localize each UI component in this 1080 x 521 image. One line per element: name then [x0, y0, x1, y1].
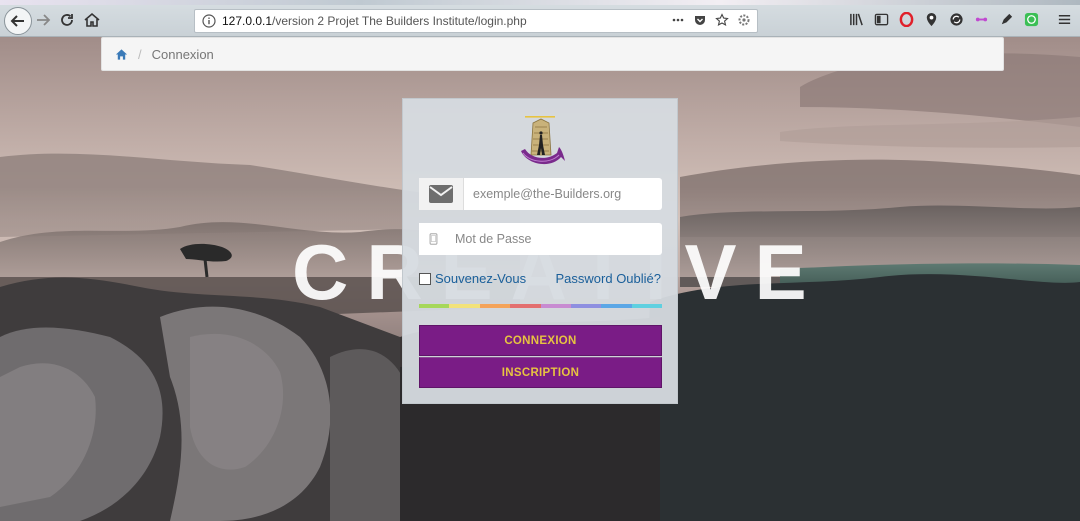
rainbow-segment: [540, 304, 571, 308]
toolbar-icons: [848, 11, 1072, 27]
edit-pen-icon[interactable]: [998, 11, 1014, 27]
url-host: 127.0.0.1: [222, 14, 273, 28]
home-icon[interactable]: [115, 48, 128, 61]
back-button[interactable]: [4, 7, 32, 35]
opera-icon[interactable]: [898, 11, 914, 27]
arrow-right-icon: [37, 14, 51, 26]
library-icon[interactable]: [848, 11, 864, 27]
rainbow-segment: [570, 304, 602, 308]
more-dots-icon[interactable]: [671, 13, 685, 27]
sidebar-icon[interactable]: [873, 11, 889, 27]
home-button[interactable]: [81, 9, 103, 31]
password-input[interactable]: [447, 223, 662, 255]
sync-icon[interactable]: [948, 11, 964, 27]
tab-strip: [0, 0, 1080, 5]
remember-me[interactable]: Souvenez-Vous: [419, 271, 526, 286]
breadcrumb-current: Connexion: [151, 46, 214, 62]
rainbow-divider: [419, 304, 662, 308]
rainbow-segment: [601, 304, 632, 308]
forward-button[interactable]: [32, 9, 54, 31]
email-field: [419, 178, 662, 210]
password-field: [419, 223, 662, 255]
breadcrumb: / Connexion: [101, 37, 1004, 71]
info-icon[interactable]: [202, 14, 216, 28]
forgot-password-link[interactable]: Password Oublié?: [556, 271, 662, 286]
login-panel: Souvenez-Vous Password Oublié? CONNEXION…: [402, 98, 678, 404]
builders-institute-logo: [521, 116, 565, 165]
email-input[interactable]: [464, 178, 662, 210]
whatsapp-icon[interactable]: [1023, 11, 1039, 27]
address-bar[interactable]: 127.0.0.1/version 2 Projet The Builders …: [194, 9, 758, 33]
rainbow-segment: [631, 304, 662, 308]
star-icon[interactable]: [715, 13, 729, 27]
menu-icon[interactable]: [1056, 11, 1072, 27]
rainbow-segment: [449, 304, 480, 308]
rainbow-segment: [479, 304, 511, 308]
pocket-icon[interactable]: [693, 13, 707, 27]
url-path: /version 2 Projet The Builders Institute…: [272, 14, 527, 28]
phone-lock-icon: [429, 233, 437, 245]
breadcrumb-separator: /: [138, 46, 142, 62]
rainbow-segment: [419, 304, 450, 308]
home-icon: [84, 12, 100, 27]
rainbow-segment: [510, 304, 541, 308]
link-icon[interactable]: [973, 11, 989, 27]
browser-toolbar: 127.0.0.1/version 2 Projet The Builders …: [0, 0, 1080, 37]
login-button[interactable]: CONNEXION: [419, 325, 662, 356]
remember-checkbox[interactable]: [419, 272, 431, 285]
email-addon: [419, 178, 464, 210]
arrow-left-icon: [10, 15, 24, 27]
extension-gear-icon[interactable]: [737, 13, 751, 27]
password-addon: [419, 223, 447, 255]
reload-icon: [61, 14, 73, 26]
envelope-icon: [429, 185, 453, 203]
remember-label[interactable]: Souvenez-Vous: [435, 271, 526, 286]
reload-button[interactable]: [56, 9, 78, 31]
signup-button[interactable]: INSCRIPTION: [419, 357, 662, 388]
location-pin-icon[interactable]: [923, 11, 939, 27]
